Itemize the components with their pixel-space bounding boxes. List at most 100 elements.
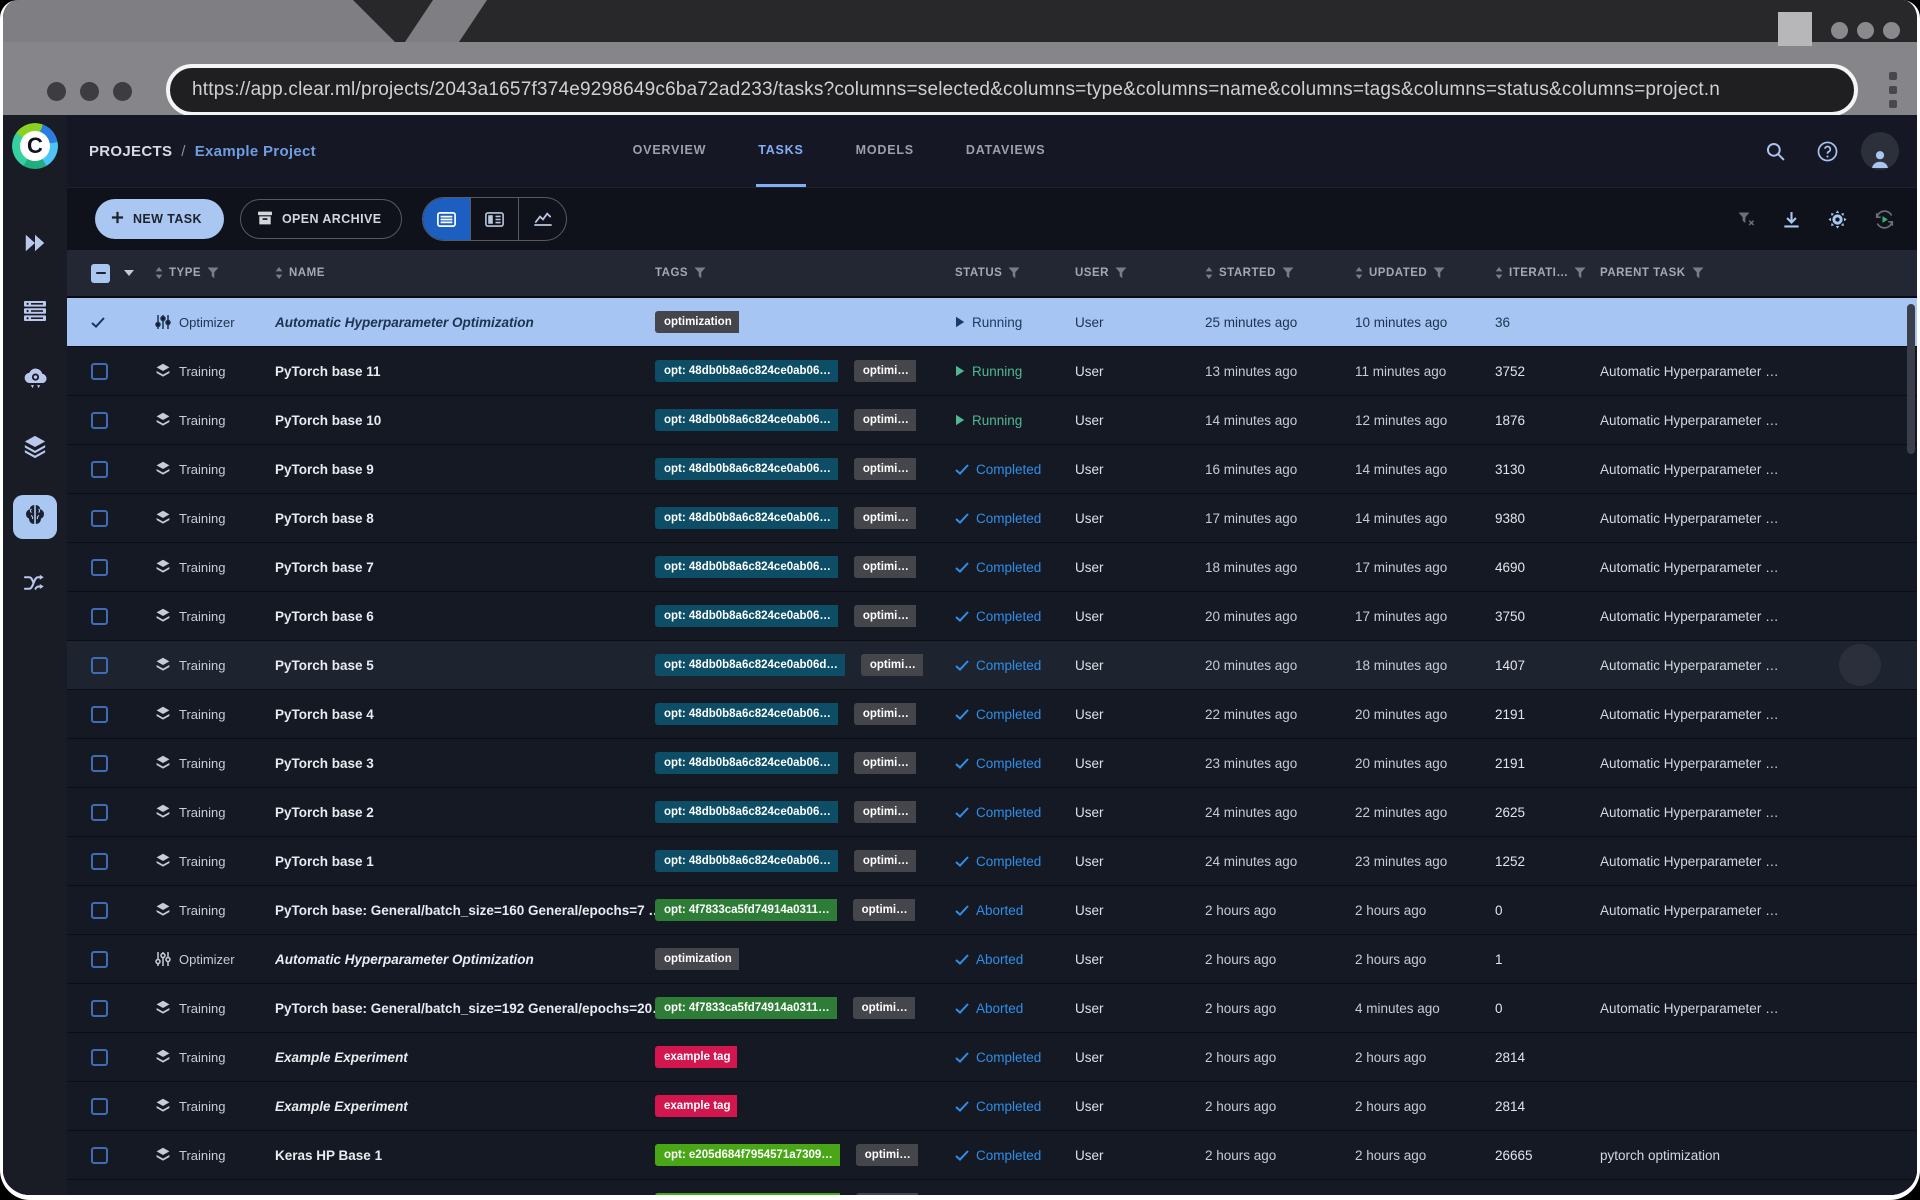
sort-icon[interactable]: [1495, 267, 1503, 279]
clearml-logo[interactable]: C: [12, 123, 58, 169]
tag-chip[interactable]: opt: e205d684f7954571a7309…: [655, 1193, 840, 1195]
tag-chip[interactable]: optimi…: [854, 507, 916, 529]
task-name[interactable]: PyTorch base 9: [275, 462, 655, 477]
tag-chip[interactable]: example tag: [655, 1095, 737, 1117]
row-checkbox[interactable]: [91, 951, 108, 968]
column-header-status[interactable]: STATUS: [955, 267, 1075, 279]
table-row[interactable]: TrainingPyTorch base: General/batch_size…: [67, 984, 1917, 1033]
task-name[interactable]: PyTorch base 7: [275, 560, 655, 575]
tag-chip[interactable]: opt: 4f7833ca5fd74914a0311…: [655, 997, 837, 1019]
row-checkbox[interactable]: [91, 608, 108, 625]
tag-chip[interactable]: optimi…: [854, 703, 916, 725]
tag-chip[interactable]: optimi…: [854, 605, 916, 627]
browser-tab[interactable]: [3, 0, 395, 42]
sidebar-item-pipelines[interactable]: [13, 563, 57, 607]
sidebar-item-workers[interactable]: [13, 291, 57, 335]
filter-icon[interactable]: [1692, 267, 1704, 279]
tag-chip[interactable]: optimization: [655, 311, 739, 333]
filter-icon[interactable]: [1115, 267, 1127, 279]
tag-chip[interactable]: optimization: [655, 948, 739, 970]
new-task-button[interactable]: NEW TASK: [95, 199, 224, 239]
traffic-light-dots[interactable]: [47, 82, 132, 101]
filter-icon[interactable]: [1433, 267, 1445, 279]
row-checkbox[interactable]: [91, 559, 108, 576]
table-row[interactable]: TrainingPyTorch base 6opt: 48db0b8a6c824…: [67, 592, 1917, 641]
tag-chip[interactable]: example tag: [655, 1046, 737, 1068]
task-name[interactable]: PyTorch base 6: [275, 609, 655, 624]
column-header-type[interactable]: TYPE: [155, 267, 275, 279]
table-row[interactable]: TrainingExample Experimentexample tagCom…: [67, 1082, 1917, 1131]
tag-chip[interactable]: opt: 48db0b8a6c824ce0ab06…: [655, 850, 838, 872]
task-name[interactable]: PyTorch base 4: [275, 707, 655, 722]
split-view-button[interactable]: [471, 198, 519, 240]
tag-chip[interactable]: opt: 48db0b8a6c824ce0ab06…: [655, 556, 838, 578]
browser-menu-icon[interactable]: [1889, 72, 1897, 108]
filter-icon[interactable]: [1574, 267, 1586, 279]
tag-chip[interactable]: optimi…: [854, 801, 916, 823]
column-header-tags[interactable]: TAGS: [655, 267, 955, 279]
row-checkbox[interactable]: [91, 1147, 108, 1164]
task-name[interactable]: Example Experiment: [275, 1050, 655, 1065]
tag-chip[interactable]: optimi…: [854, 850, 916, 872]
download-icon[interactable]: [1782, 210, 1801, 229]
table-row[interactable]: TrainingPyTorch base 8opt: 48db0b8a6c824…: [67, 494, 1917, 543]
tag-chip[interactable]: opt: 48db0b8a6c824ce0ab06…: [655, 605, 838, 627]
table-row[interactable]: TrainingExample Experimentexample tagCom…: [67, 1033, 1917, 1082]
sidebar-item-expand[interactable]: [13, 223, 57, 267]
row-checkbox[interactable]: [91, 853, 108, 870]
table-row[interactable]: TrainingPyTorch base 10opt: 48db0b8a6c82…: [67, 396, 1917, 445]
row-checkbox[interactable]: [91, 510, 108, 527]
table-row[interactable]: OptimizerAutomatic Hyperparameter Optimi…: [67, 935, 1917, 984]
row-hover-action-circle[interactable]: [1839, 644, 1881, 686]
task-name[interactable]: Automatic Hyperparameter Optimization: [275, 952, 655, 967]
row-checkbox[interactable]: [91, 706, 108, 723]
tab-models[interactable]: MODELS: [854, 115, 916, 187]
task-name[interactable]: Example Experiment: [275, 1099, 655, 1114]
column-header-user[interactable]: USER: [1075, 267, 1205, 279]
column-header-started[interactable]: STARTED: [1205, 267, 1355, 279]
table-row[interactable]: TrainingPyTorch base 3opt: 48db0b8a6c824…: [67, 739, 1917, 788]
window-control-square[interactable]: [1778, 12, 1812, 46]
tag-chip[interactable]: optimi…: [861, 654, 923, 676]
tag-chip[interactable]: optimi…: [853, 899, 915, 921]
tag-chip[interactable]: optimi…: [854, 752, 916, 774]
tab-overview[interactable]: OVERVIEW: [631, 115, 709, 187]
table-row[interactable]: TrainingPyTorch base 2opt: 48db0b8a6c824…: [67, 788, 1917, 837]
tag-chip[interactable]: optimi…: [854, 360, 916, 382]
tag-chip[interactable]: opt: 48db0b8a6c824ce0ab06…: [655, 507, 838, 529]
tag-chip[interactable]: opt: 48db0b8a6c824ce0ab06d…: [655, 654, 845, 676]
sort-icon[interactable]: [1205, 267, 1213, 279]
column-header-iterations[interactable]: ITERATI…: [1495, 267, 1600, 279]
task-name[interactable]: PyTorch base 2: [275, 805, 655, 820]
table-row[interactable]: TrainingPyTorch base 9opt: 48db0b8a6c824…: [67, 445, 1917, 494]
tab-dataviews[interactable]: DATAVIEWS: [964, 115, 1047, 187]
table-view-button[interactable]: [423, 198, 471, 240]
table-row[interactable]: TrainingPyTorch base 7opt: 48db0b8a6c824…: [67, 543, 1917, 592]
row-checkbox[interactable]: [91, 1049, 108, 1066]
help-icon[interactable]: [1809, 133, 1845, 169]
filter-icon[interactable]: [1282, 267, 1294, 279]
scrollbar-thumb[interactable]: [1907, 304, 1915, 454]
sidebar-item-projects[interactable]: [13, 495, 57, 539]
table-row[interactable]: TrainingPyTorch base 4opt: 48db0b8a6c824…: [67, 690, 1917, 739]
sidebar-item-datasets[interactable]: [13, 427, 57, 471]
filter-icon[interactable]: [1008, 267, 1020, 279]
table-row[interactable]: TrainingPyTorch base 1opt: 48db0b8a6c824…: [67, 837, 1917, 886]
row-checkbox[interactable]: [91, 657, 108, 674]
task-name[interactable]: PyTorch base 3: [275, 756, 655, 771]
sort-icon[interactable]: [275, 267, 283, 279]
sidebar-item-applications[interactable]: [13, 359, 57, 403]
table-row[interactable]: TrainingPyTorch base 5opt: 48db0b8a6c824…: [67, 641, 1917, 690]
window-control-dots[interactable]: [1831, 22, 1900, 39]
sort-icon[interactable]: [155, 267, 163, 279]
tag-chip[interactable]: optimi…: [854, 556, 916, 578]
table-row[interactable]: OptimizerAutomatic Hyperparameter Optimi…: [67, 298, 1917, 347]
tag-chip[interactable]: opt: 48db0b8a6c824ce0ab06…: [655, 801, 838, 823]
tag-chip[interactable]: opt: 48db0b8a6c824ce0ab06…: [655, 458, 838, 480]
tag-chip[interactable]: optimi…: [856, 1193, 918, 1195]
task-name[interactable]: Automatic Hyperparameter Optimization: [275, 315, 655, 330]
clear-filters-icon[interactable]: [1738, 212, 1755, 226]
row-checkbox[interactable]: [91, 755, 108, 772]
row-checkbox[interactable]: [91, 1098, 108, 1115]
tag-chip[interactable]: optimi…: [854, 409, 916, 431]
